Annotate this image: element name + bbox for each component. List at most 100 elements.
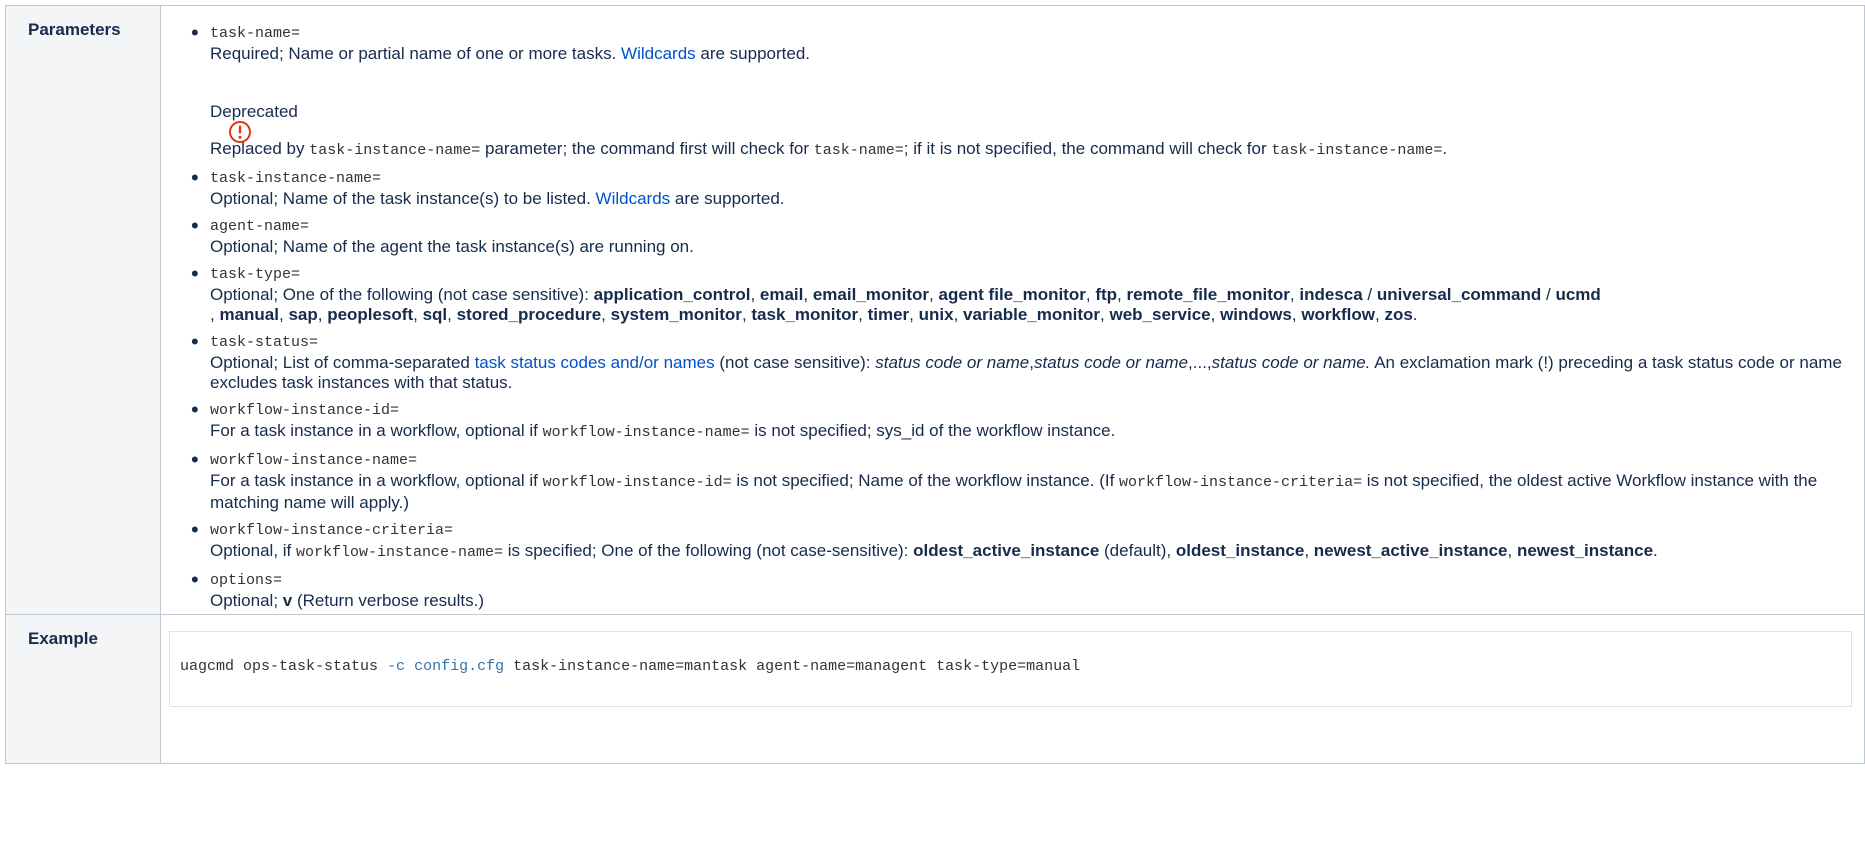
desc-text: Required; Name or partial name of one or… — [210, 44, 622, 63]
task-type-value: indesca — [1299, 285, 1363, 304]
parameter-list: task-name= Required; Name or partial nam… — [161, 23, 1864, 64]
desc-text: Optional; One of the following (not case… — [210, 285, 594, 304]
param-options: options= Optional; v (Return verbose res… — [161, 570, 1864, 611]
deprecated-text: Replaced by task-instance-name= paramete… — [210, 139, 1864, 161]
task-type-value: variable_monitor — [963, 305, 1101, 324]
desc-text: (default), — [1099, 541, 1176, 560]
task-type-value: windows — [1220, 305, 1292, 324]
italic-text: status code or name — [1034, 353, 1189, 372]
criteria-value: newest_active_instance — [1313, 541, 1508, 560]
inline-code: workflow-instance-id= — [542, 474, 732, 491]
param-description: Optional; List of comma-separated task s… — [210, 353, 1864, 393]
desc-text: For a task instance in a workflow, optio… — [210, 471, 543, 490]
param-description: Required; Name or partial name of one or… — [210, 44, 1864, 64]
desc-text: is not specified; Name of the workflow i… — [731, 471, 1120, 490]
param-workflow-instance-criteria: workflow-instance-criteria= Optional, if… — [161, 520, 1864, 563]
desc-text: Replaced by — [210, 139, 310, 158]
param-name: workflow-instance-id= — [210, 402, 400, 419]
task-type-value: web_service — [1109, 305, 1211, 324]
param-name: task-name= — [210, 25, 301, 42]
inline-code: workflow-instance-name= — [296, 544, 504, 561]
parameters-label: Parameters — [28, 20, 121, 39]
param-name: task-type= — [210, 266, 301, 283]
task-type-value: ftp — [1095, 285, 1118, 304]
code-text: uagcmd ops-task-status — [180, 658, 388, 675]
code-block: uagcmd ops-task-status -c config.cfg tas… — [169, 631, 1852, 707]
desc-text: Optional, if — [210, 541, 296, 560]
parameters-header: Parameters — [5, 5, 161, 615]
param-workflow-instance-id: workflow-instance-id= For a task instanc… — [161, 400, 1864, 443]
param-description: For a task instance in a workflow, optio… — [210, 471, 1864, 513]
desc-text: . — [1653, 541, 1658, 560]
wildcards-link[interactable]: Wildcards — [621, 44, 696, 63]
code-file: config.cfg — [414, 658, 505, 675]
parameters-cell: task-name= Required; Name or partial nam… — [160, 5, 1865, 615]
task-type-value: timer — [867, 305, 910, 324]
desc-text: Optional; Name of the task instance(s) t… — [210, 189, 596, 208]
task-type-value: sql — [422, 305, 448, 324]
exclamation-circle-icon — [229, 121, 251, 143]
parameter-list-continued: task-instance-name= Optional; Name of th… — [161, 168, 1864, 611]
example-row: Example uagcmd ops-task-status -c config… — [5, 614, 1865, 764]
task-type-value: manual — [219, 305, 279, 324]
inline-code: task-instance-name= — [309, 142, 481, 159]
example-cell: uagcmd ops-task-status -c config.cfg tas… — [160, 614, 1865, 764]
param-name: agent-name= — [210, 218, 310, 235]
deprecated-notice: Deprecated Replaced by task-instance-nam… — [210, 102, 1864, 161]
task-type-value: zos — [1384, 305, 1413, 324]
italic-text: status code or name — [875, 353, 1030, 372]
desc-text: (not case sensitive): — [714, 353, 876, 372]
desc-text: is specified; One of the following (not … — [503, 541, 914, 560]
italic-text: status code or name. — [1211, 353, 1371, 372]
task-type-value: email — [759, 285, 804, 304]
parameters-row: Parameters task-name= Required; Name or … — [5, 5, 1865, 615]
param-description: Optional; v (Return verbose results.) — [210, 591, 1864, 611]
task-type-value: remote_file_monitor — [1126, 285, 1290, 304]
param-task-name: task-name= Required; Name or partial nam… — [161, 23, 1864, 64]
criteria-value: oldest_instance — [1175, 541, 1305, 560]
task-type-value: workflow — [1301, 305, 1375, 324]
example-command: uagcmd ops-task-status -c config.cfg tas… — [170, 632, 1851, 675]
desc-text: ,..., — [1188, 353, 1212, 372]
inline-code: workflow-instance-name= — [542, 424, 750, 441]
desc-text: For a task instance in a workflow, optio… — [210, 421, 543, 440]
param-workflow-instance-name: workflow-instance-name= For a task insta… — [161, 450, 1864, 513]
task-type-value: unix — [918, 305, 954, 324]
wildcards-link[interactable]: Wildcards — [596, 189, 671, 208]
param-agent-name: agent-name= Optional; Name of the agent … — [161, 216, 1864, 257]
code-text: task-instance-name=mantask agent-name=ma… — [504, 658, 1081, 675]
param-description: Optional; One of the following (not case… — [210, 285, 1601, 324]
task-type-value: email_monitor — [812, 285, 930, 304]
desc-text: ; if it is not specified, the command wi… — [903, 139, 1272, 158]
option-value: v — [282, 591, 293, 610]
desc-text: Optional; — [210, 591, 283, 610]
desc-text: are supported. — [670, 189, 785, 208]
desc-text: are supported. — [695, 44, 811, 63]
inline-code: task-name= — [813, 142, 904, 159]
deprecated-title: Deprecated — [210, 102, 298, 121]
criteria-value: oldest_active_instance — [913, 541, 1100, 560]
inline-code: task-instance-name= — [1271, 142, 1443, 159]
task-type-value: agent file_monitor — [938, 285, 1086, 304]
task-type-value: ucmd — [1555, 285, 1601, 304]
desc-text: Optional; List of comma-separated — [210, 353, 475, 372]
param-task-status: task-status= Optional; List of comma-sep… — [161, 332, 1864, 393]
desc-text: (Return verbose results.) — [292, 591, 485, 610]
param-name: task-status= — [210, 334, 319, 351]
task-status-codes-link[interactable]: task status codes and/or names — [475, 353, 715, 372]
inline-code: workflow-instance-criteria= — [1119, 474, 1363, 491]
task-type-value: universal_command — [1376, 285, 1542, 304]
param-name: task-instance-name= — [210, 170, 382, 187]
task-type-value: peoplesoft — [327, 305, 414, 324]
task-type-value: stored_procedure — [456, 305, 602, 324]
example-label: Example — [28, 629, 98, 648]
param-name: workflow-instance-criteria= — [210, 522, 454, 539]
param-description: Optional; Name of the agent the task ins… — [210, 237, 694, 256]
param-task-instance-name: task-instance-name= Optional; Name of th… — [161, 168, 1864, 209]
parameters-table: Parameters task-name= Required; Name or … — [5, 5, 1865, 764]
param-name: workflow-instance-name= — [210, 452, 418, 469]
criteria-value: newest_instance — [1516, 541, 1654, 560]
desc-text: is not specified; sys_id of the workflow… — [749, 421, 1116, 440]
code-flag: -c — [387, 658, 406, 675]
